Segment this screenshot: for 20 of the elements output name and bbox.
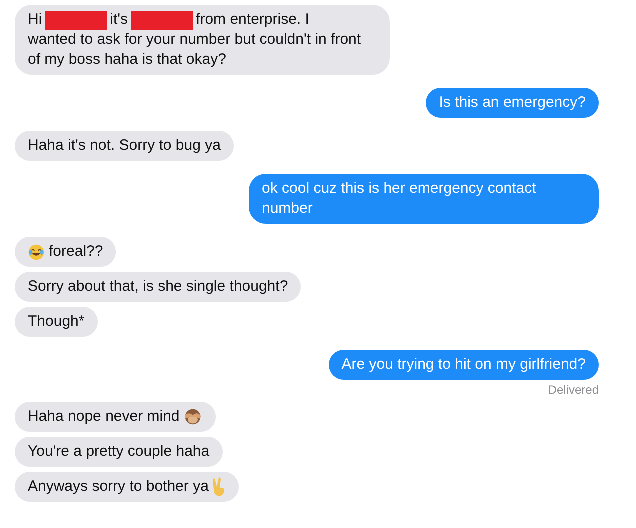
message-text: Haha nope never mind [28, 407, 180, 427]
message-text: wanted to ask for your number but couldn't in front of my boss haha is that okay? [28, 30, 362, 70]
message-text: Anyways sorry to bother ya [28, 477, 209, 497]
message-text: it's [110, 10, 128, 30]
laughing-face-icon [28, 244, 45, 260]
message-text: Is this an emergency? [439, 93, 586, 113]
delivery-status: Delivered [548, 382, 599, 398]
redaction-mark [45, 10, 108, 30]
message-text: You're a pretty couple haha [28, 442, 210, 462]
message-text: ok cool cuz this is her emergency contact number [262, 179, 538, 219]
message-text: from enterprise. I [196, 10, 310, 30]
monkey-covering-eyes-icon [182, 408, 203, 426]
victory-hand-icon [212, 477, 226, 497]
redaction-mark [131, 10, 194, 30]
message-text: Haha it's not. Sorry to bug ya [28, 136, 221, 156]
message-text: foreal?? [49, 242, 104, 262]
message-text: Are you trying to hit on my girlfriend? [342, 355, 586, 375]
message-text: Though* [28, 312, 85, 332]
message-text: Sorry about that, is she single thought? [28, 277, 288, 297]
message-text: Hi [28, 10, 42, 30]
